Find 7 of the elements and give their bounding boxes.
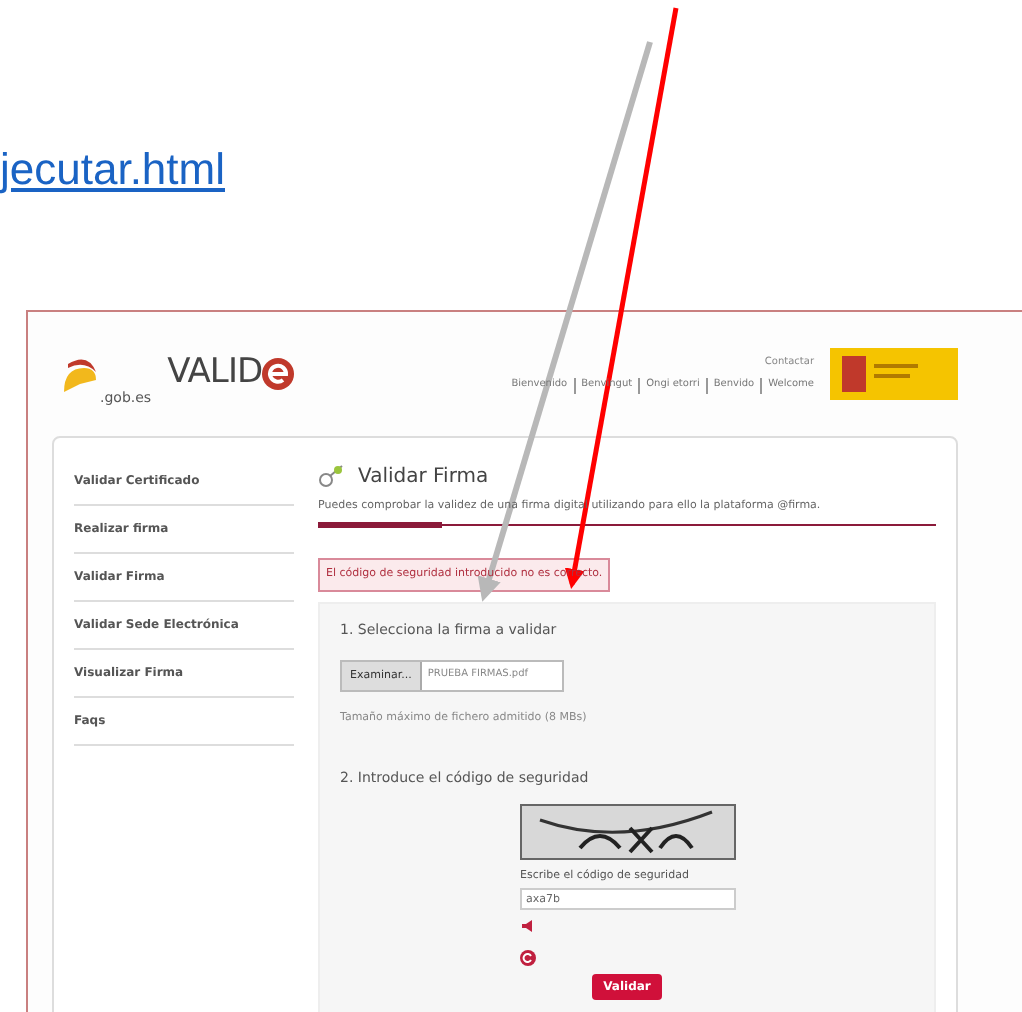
key-icon: [318, 462, 346, 490]
refresh-icon[interactable]: [520, 950, 536, 967]
government-emblem-icon: [830, 348, 958, 400]
brand-e-icon: [262, 358, 295, 390]
speaker-icon[interactable]: [520, 918, 536, 935]
page-title: Validar Firma: [358, 463, 489, 491]
brand-name: VALID: [167, 350, 263, 397]
